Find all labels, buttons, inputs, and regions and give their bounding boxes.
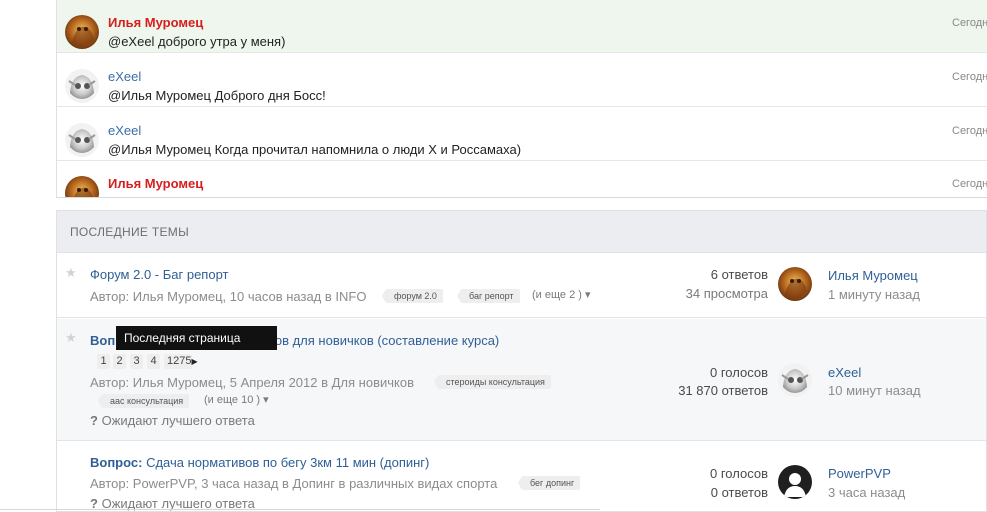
message-time: Сегодн [952, 125, 987, 137]
votes-count: 0 голосов [710, 365, 768, 380]
tag[interactable]: форум 2.0 [382, 289, 443, 303]
more-tags-label: (и еще 2 ) [532, 289, 582, 301]
skull-avatar[interactable] [778, 363, 812, 397]
message-time: Сегодн [952, 17, 987, 29]
message-text: @Илья Муромец Доброго дня Босс! [108, 88, 326, 103]
bear-avatar[interactable] [778, 267, 812, 301]
default-user-avatar[interactable] [778, 465, 812, 499]
replies-count: 0 ответов [710, 485, 768, 500]
message-author[interactable]: eXeel [108, 69, 141, 84]
message-text: @Илья Муромец Когда прочитал напомнила о… [108, 142, 522, 157]
block-header: ПОСЛЕДНИЕ ТЕМЫ [57, 211, 986, 253]
chevron-down-icon: ▾ [584, 289, 591, 301]
star-icon[interactable]: ★ [65, 265, 77, 281]
page-link[interactable]: 4 [147, 354, 160, 369]
skull-avatar[interactable] [65, 123, 99, 157]
topic-meta: Автор: Илья Муромец, 10 часов назад в IN… [90, 289, 367, 304]
last-page-number: 1275 [167, 355, 192, 367]
topic-title[interactable]: Форум 2.0 - Баг репорт [90, 267, 228, 282]
last-post-time[interactable]: 10 минут назад [828, 383, 921, 398]
message-author[interactable]: Илья Муромец [108, 15, 203, 30]
last-post-time[interactable]: 1 минуту назад [828, 287, 920, 302]
topic-meta: Автор: Илья Муромец, 5 Апреля 2012 в Для… [90, 375, 414, 390]
more-tags-label: (и еще 10 ) [204, 394, 261, 406]
awaiting-answer-label: Ожидают лучшего ответа [101, 413, 255, 428]
message-time: Сегодн [952, 71, 987, 83]
topic-title-text: Сдача нормативов по бегу 3км 11 мин (доп… [146, 455, 430, 470]
skull-avatar[interactable] [65, 69, 99, 103]
tag[interactable]: аас консультация [97, 394, 190, 408]
replies-count: 31 870 ответов [678, 383, 768, 398]
caret-right-icon: ▶ [191, 357, 198, 366]
message-author[interactable]: Илья Муромец [108, 176, 203, 191]
more-tags-link[interactable]: (и еще 10 ) ▾ [204, 393, 269, 406]
tooltip: Последняя страница [116, 326, 277, 350]
last-poster-name[interactable]: PowerPVP [828, 466, 891, 481]
page-link[interactable]: 2 [113, 354, 126, 369]
topic-meta: Автор: PowerPVP, 3 часа назад в Допинг в… [90, 476, 498, 491]
chat-message: eXeel @Илья Муромец Когда прочитал напом… [57, 108, 987, 161]
tag[interactable]: стероиды консультация [434, 375, 551, 389]
star-icon[interactable]: ★ [65, 330, 77, 346]
latest-topics-block: ПОСЛЕДНИЕ ТЕМЫ ★ Форум 2.0 - Баг репорт … [56, 210, 987, 512]
chat-message: eXeel @Илья Муромец Доброго дня Босс! Се… [57, 54, 987, 107]
page-link[interactable]: 3 [130, 354, 143, 369]
last-poster-name[interactable]: Илья Муромец [828, 268, 918, 283]
last-poster-name[interactable]: eXeel [828, 365, 861, 380]
topic-row: ★ Форум 2.0 - Баг репорт Автор: Илья Мур… [57, 254, 986, 318]
more-tags-link[interactable]: (и еще 2 ) ▾ [532, 288, 591, 301]
tag[interactable]: баг репорт [457, 289, 520, 303]
topic-row: Вопрос: Сдача нормативов по бегу 3км 11 … [57, 442, 986, 511]
bear-avatar[interactable] [65, 176, 99, 197]
replies-count: 6 ответов [710, 267, 768, 282]
views-count: 34 просмотра [685, 286, 768, 301]
chat-panel: Илья Муромец @eXeel доброго утра у меня)… [56, 0, 987, 198]
chevron-down-icon: ▾ [263, 394, 269, 406]
chat-message: Илья Муромец Сегодн [57, 161, 987, 197]
tag[interactable]: бег допинг [517, 476, 581, 490]
bear-avatar[interactable] [65, 15, 99, 49]
topic-title[interactable]: Вопрос: Сдача нормативов по бегу 3км 11 … [90, 455, 429, 470]
message-author[interactable]: eXeel [108, 123, 141, 138]
awaiting-answer: ? Ожидают лучшего ответа [90, 413, 255, 428]
last-page-link[interactable]: 1275▶ [164, 354, 198, 369]
message-time: Сегодн [952, 178, 987, 190]
message-text: @eXeel доброго утра у меня) [108, 34, 286, 49]
last-post-time[interactable]: 3 часа назад [828, 485, 905, 500]
topic-prefix: Вопрос: [90, 455, 143, 470]
chat-message: Илья Муромец @eXeel доброго утра у меня)… [57, 0, 987, 53]
votes-count: 0 голосов [710, 466, 768, 481]
question-icon: ? [90, 413, 98, 428]
page-link[interactable]: 1 [97, 354, 110, 369]
block-title: ПОСЛЕДНИЕ ТЕМЫ [70, 225, 190, 239]
